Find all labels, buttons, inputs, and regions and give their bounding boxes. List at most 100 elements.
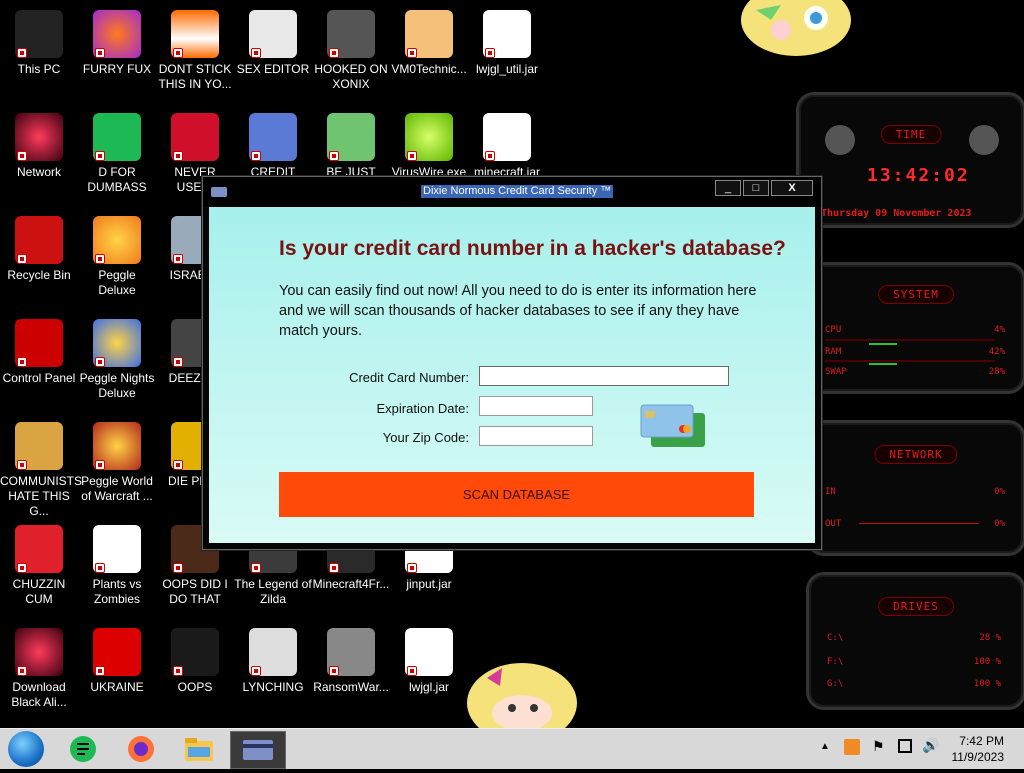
desktop-icon-18[interactable]: Control Panel [0, 313, 78, 386]
shortcut-arrow-icon [17, 151, 27, 161]
desktop-icon-2[interactable]: FURRY FUX [78, 4, 156, 77]
desktop-icon-5[interactable]: HOOKED ON XONIX [312, 4, 390, 92]
network-title: NETWORK [874, 445, 958, 464]
zip-label: Your Zip Code: [382, 430, 469, 445]
show-hidden-icons-button[interactable]: ▲ [820, 741, 830, 752]
shortcut-icon [327, 113, 375, 161]
shortcut-icon [405, 113, 453, 161]
desktop-icon-24[interactable]: CHUZZIN CUM [0, 519, 78, 607]
desktop-icon-label: Minecraft4Fr... [312, 577, 390, 591]
close-button[interactable]: X [771, 180, 813, 196]
ram-bar-fill [869, 343, 897, 345]
shortcut-arrow-icon [17, 254, 27, 264]
net-out-graph [859, 523, 979, 524]
desktop-icon-4[interactable]: SEX EDITOR [234, 4, 312, 77]
desktop-icon-label: Control Panel [2, 371, 76, 385]
shortcut-arrow-icon [17, 666, 27, 676]
shortcut-arrow-icon [95, 357, 105, 367]
card-number-input[interactable] [479, 366, 729, 386]
desktop-icon-9[interactable]: D FOR DUMBASS [78, 107, 156, 195]
desktop-icon-label: Network [16, 165, 61, 179]
net-in-value: 0% [994, 487, 1005, 497]
desktop-icon-31[interactable]: UKRAINE [78, 622, 156, 695]
date-value: Thursday 09 November 2023 [821, 208, 972, 219]
volume-icon[interactable]: 🔊 [922, 737, 939, 754]
desktop-icon-3[interactable]: DONT STICK THIS IN YO... [156, 4, 234, 92]
tray-app-icon[interactable] [844, 739, 860, 755]
flag-icon[interactable]: ⚑ [872, 738, 885, 755]
shortcut-icon [93, 319, 141, 367]
alien-left-icon [825, 125, 855, 155]
desktop-icon-label: Plants vs Zombies [92, 577, 142, 606]
shortcut-arrow-icon [329, 666, 339, 676]
shortcut-icon [93, 525, 141, 573]
desktop-icon-33[interactable]: LYNCHING [234, 622, 312, 695]
shortcut-icon [15, 216, 63, 264]
zip-input[interactable] [479, 426, 593, 446]
drive1-value: 28 % [979, 633, 1001, 643]
desktop-icon-1[interactable]: This PC [0, 4, 78, 77]
shortcut-icon [15, 319, 63, 367]
shortcut-arrow-icon [329, 563, 339, 573]
desktop-icon-19[interactable]: Peggle Nights Deluxe [78, 313, 156, 401]
start-button[interactable] [8, 731, 44, 767]
desktop-icon-8[interactable]: Network [0, 107, 78, 180]
minimize-button[interactable]: _ [715, 180, 741, 196]
desktop-icon-13[interactable]: VirusWire.exe [390, 107, 468, 180]
desktop-icon-16[interactable]: Peggle Deluxe [78, 210, 156, 298]
shortcut-arrow-icon [95, 151, 105, 161]
maximize-button[interactable]: □ [743, 180, 769, 196]
shortcut-arrow-icon [95, 563, 105, 573]
desktop-icon-34[interactable]: RansomWar... [312, 622, 390, 695]
desktop-icon-30[interactable]: Download Black Ali... [0, 622, 78, 710]
shortcut-arrow-icon [407, 151, 417, 161]
desktop-icon-15[interactable]: Recycle Bin [0, 210, 78, 283]
shortcut-arrow-icon [95, 254, 105, 264]
desktop-icon-label: OOPS DID I DO THAT [162, 577, 228, 606]
shortcut-icon [483, 10, 531, 58]
shortcut-icon [93, 113, 141, 161]
net-out-value: 0% [994, 519, 1005, 529]
expiration-input[interactable] [479, 396, 593, 416]
desktop-icon-35[interactable]: lwjgl.jar [390, 622, 468, 695]
desktop-icon-label: FURRY FUX [82, 62, 152, 76]
desktop-icon-14[interactable]: minecraft.jar [468, 107, 546, 180]
desktop-icon-25[interactable]: Plants vs Zombies [78, 519, 156, 607]
alien-drives-widget: DRIVES C:\ 28 % F:\ 100 % G:\ 100 % [806, 572, 1024, 710]
desktop-icon-label: DONT STICK THIS IN YO... [158, 62, 232, 91]
desktop-icon-7[interactable]: lwjgl_util.jar [468, 4, 546, 77]
desktop-icon-6[interactable]: VM0Technic... [390, 4, 468, 77]
d-for-dumbass-taskbar-icon[interactable] [66, 733, 100, 765]
firefox-taskbar-icon[interactable] [124, 733, 158, 765]
desktop-icon-label: Recycle Bin [7, 268, 71, 282]
desktop-icon-22[interactable]: Peggle World of Warcraft ... [78, 416, 156, 504]
swap-label: SWAP [825, 367, 847, 377]
desktop-icon-21[interactable]: COMMUNISTS HATE THIS G... [0, 416, 82, 519]
dialog-content: Is your credit card number in a hacker's… [209, 207, 815, 543]
shortcut-icon [249, 113, 297, 161]
shortcut-arrow-icon [173, 357, 183, 367]
anime-sticker-bottom [462, 658, 582, 743]
desktop-icon-32[interactable]: OOPS [156, 622, 234, 695]
shortcut-arrow-icon [95, 666, 105, 676]
clock[interactable]: 7:42 PM 11/9/2023 [952, 733, 1005, 765]
scan-database-button[interactable]: SCAN DATABASE [279, 472, 754, 517]
shortcut-icon [93, 10, 141, 58]
credit-card-checker-taskbar-icon[interactable] [230, 731, 286, 769]
drive1-label: C:\ [827, 633, 844, 643]
shortcut-arrow-icon [17, 48, 27, 58]
desktop-icon-label: SEX EDITOR [236, 62, 310, 76]
cpu-value: 4% [994, 325, 1005, 335]
shortcut-icon [15, 422, 63, 470]
credit-cards-image [639, 403, 707, 453]
shortcut-arrow-icon [485, 48, 495, 58]
shortcut-arrow-icon [407, 563, 417, 573]
shortcut-arrow-icon [17, 563, 27, 573]
dialog-titlebar[interactable]: Dixie Normous Credit Card Security ™ _ □… [203, 177, 821, 207]
shortcut-arrow-icon [17, 460, 27, 470]
desktop-icon-label: Peggle World of Warcraft ... [81, 474, 153, 503]
alien-system-widget: SYSTEM CPU 4% RAM 42% SWAP 28% [806, 262, 1024, 394]
file-explorer-taskbar-icon[interactable] [182, 733, 216, 765]
shortcut-arrow-icon [173, 563, 183, 573]
network-icon[interactable] [898, 739, 912, 753]
